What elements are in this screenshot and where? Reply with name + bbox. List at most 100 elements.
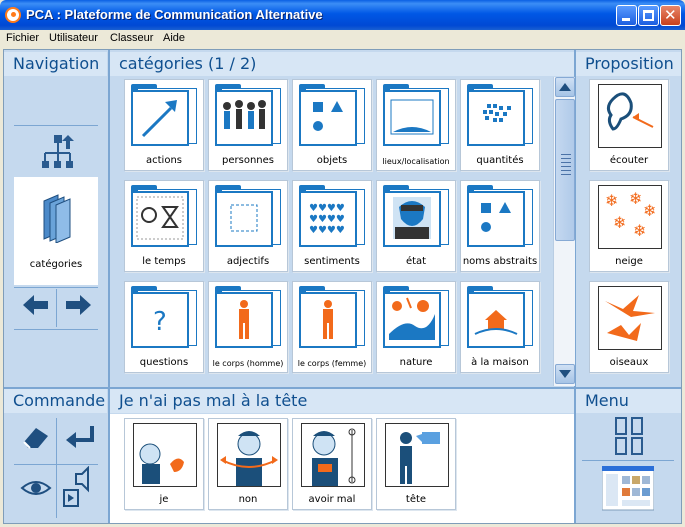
nature-icon [389, 297, 435, 340]
category-card-sentiments[interactable]: ♥♥♥♥ ♥♥♥♥ ♥♥♥♥ sentiments [292, 180, 372, 272]
category-label: nature [399, 357, 433, 368]
man-body-icon [239, 300, 249, 339]
category-card-actions[interactable]: actions [124, 79, 204, 171]
grip-line [561, 158, 571, 159]
sentence-word-label: je [159, 494, 169, 505]
enter-button[interactable] [62, 422, 98, 454]
scroll-down-button[interactable] [555, 364, 575, 384]
minimize-icon [622, 18, 630, 21]
folder-icon [383, 286, 449, 348]
category-card-adjectifs[interactable]: adjectifs [208, 180, 288, 272]
menu-panel-header: Menu [576, 389, 681, 413]
maximize-icon [643, 10, 654, 21]
hierarchy-button[interactable] [40, 133, 80, 177]
folder-icon [215, 185, 281, 247]
sentence-word-non[interactable]: non [208, 418, 288, 510]
folder-icon: ? [131, 286, 197, 348]
hearts-icon: ♥♥♥♥♥♥♥♥♥♥♥♥ [309, 203, 345, 236]
maximize-button[interactable] [638, 5, 659, 26]
categories-pane: actions personnes objets lieux/localisat… [110, 77, 575, 387]
speak-button[interactable] [62, 465, 96, 514]
menu-aide[interactable]: Aide [163, 32, 185, 44]
grid-size-button[interactable] [614, 416, 644, 460]
category-card-quantites[interactable]: quantités [460, 79, 540, 171]
picture-frame: ❄ ❄ ❄ ❄ ❄ [598, 185, 662, 249]
folder-icon [383, 84, 449, 146]
folder-icon [299, 286, 365, 348]
category-card-etat[interactable]: état [376, 180, 456, 272]
proposition-card-neige[interactable]: ❄ ❄ ❄ ❄ ❄ neige [589, 180, 669, 272]
birds-icon [605, 295, 655, 341]
sentence-word-je[interactable]: je [124, 418, 204, 510]
navigation-pane: catégories [4, 77, 108, 387]
arrow-left-icon [23, 295, 48, 315]
back-button[interactable] [20, 291, 52, 323]
je-icon [139, 443, 184, 484]
erase-button[interactable] [20, 422, 52, 454]
folder-icon [215, 286, 281, 348]
proposition-card-oiseaux[interactable]: oiseaux [589, 281, 669, 373]
separator [14, 464, 98, 465]
folder-icon [299, 84, 365, 146]
separator [14, 125, 98, 126]
category-card-corps-femme[interactable]: le corps (femme) [292, 281, 372, 373]
category-label: questions [139, 357, 189, 368]
proposition-label: oiseaux [609, 357, 649, 368]
category-card-noms-abstraits[interactable]: noms abstraits [460, 180, 540, 272]
svg-text:♥♥♥♥: ♥♥♥♥ [309, 203, 345, 214]
category-card-objets[interactable]: objets [292, 79, 372, 171]
scroll-up-icon [559, 83, 571, 91]
grip-line [561, 174, 571, 175]
category-label: lieux/localisation [382, 157, 450, 166]
current-category-label: catégories [29, 259, 83, 270]
categories-header: catégories (1 / 2) [110, 52, 574, 76]
close-button[interactable]: ✕ [660, 5, 681, 26]
separator [14, 287, 98, 288]
proposition-card-ecouter[interactable]: écouter [589, 79, 669, 171]
folder-icon [467, 185, 533, 247]
category-card-questions[interactable]: ? questions [124, 281, 204, 373]
category-card-personnes[interactable]: personnes [208, 79, 288, 171]
current-category-tile[interactable]: catégories [14, 177, 98, 285]
scroll-up-button[interactable] [555, 77, 575, 97]
time-icon [136, 196, 184, 240]
category-card-lieux[interactable]: lieux/localisation [376, 79, 456, 171]
scroll-thumb[interactable] [555, 99, 575, 241]
proposition-label: écouter [609, 155, 649, 166]
folder-icon [215, 84, 281, 146]
menu-utilisateur[interactable]: Utilisateur [49, 32, 98, 44]
screenshot-thumbnail-icon [601, 465, 655, 511]
folder-icon [131, 84, 197, 146]
sentence-header: Je n'ai pas mal à la tête [110, 389, 574, 413]
dotted-square-icon [230, 204, 258, 232]
sentence-word-tete[interactable]: tête [376, 418, 456, 510]
sentence-word-label: non [238, 494, 258, 505]
menu-fichier[interactable]: Fichier [6, 32, 39, 44]
svg-text:❄: ❄ [605, 191, 618, 210]
forward-button[interactable] [62, 291, 94, 323]
separator [582, 460, 674, 461]
eye-icon [20, 481, 52, 495]
category-card-maison[interactable]: à la maison [460, 281, 540, 373]
categories-scrollbar[interactable] [553, 77, 575, 386]
folder-icon: ♥♥♥♥ ♥♥♥♥ ♥♥♥♥ [299, 185, 365, 247]
title-bar: PCA : Plateforme de Communication Altern… [0, 0, 685, 30]
house-icon [474, 310, 518, 335]
category-card-corps-homme[interactable]: le corps (homme) [208, 281, 288, 373]
menu-classeur[interactable]: Classeur [110, 32, 153, 44]
svg-text:❄: ❄ [633, 221, 646, 240]
navigation-header: Navigation [4, 52, 107, 76]
snow-icon: ❄ ❄❄❄ ❄ [605, 189, 656, 240]
category-card-nature[interactable]: nature [376, 281, 456, 373]
view-button[interactable] [20, 476, 52, 504]
category-card-le-temps[interactable]: le temps [124, 180, 204, 272]
picture-frame [385, 423, 449, 487]
folder-icon [383, 185, 449, 247]
pain-icon [312, 428, 356, 486]
sentence-word-avoir-mal[interactable]: avoir mal [292, 418, 372, 510]
svg-text:❄: ❄ [629, 189, 642, 208]
separator [14, 329, 98, 330]
app-screenshot-button[interactable] [601, 465, 655, 516]
minimize-button[interactable] [616, 5, 637, 26]
grid-size-icon [615, 417, 643, 455]
